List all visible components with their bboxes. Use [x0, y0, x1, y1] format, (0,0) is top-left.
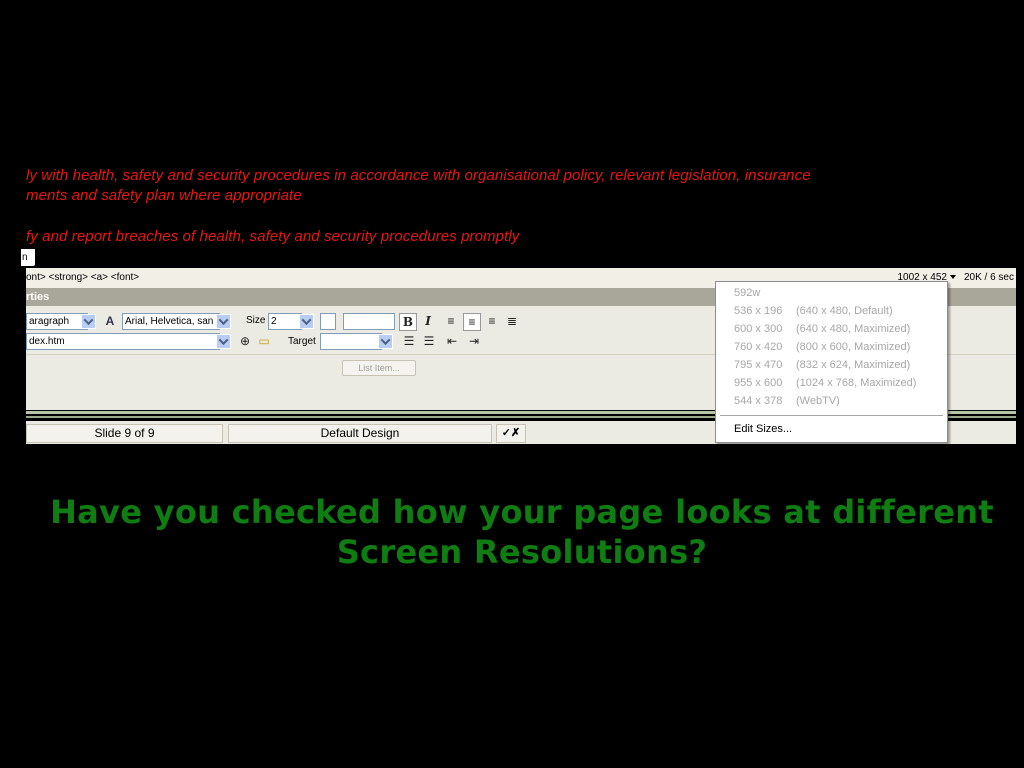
- caption-line-2: Screen Resolutions?: [336, 533, 708, 571]
- list-item-button[interactable]: List Item...: [342, 360, 416, 376]
- slide-indicator: Slide 9 of 9: [26, 424, 223, 443]
- format-select[interactable]: aragraph: [26, 313, 88, 330]
- tag-selector[interactable]: ont> <strong> <a> <font>: [26, 268, 139, 288]
- dropdown-arrow-icon: [950, 275, 956, 280]
- size-select[interactable]: 2: [268, 313, 302, 330]
- align-right-icon[interactable]: ≡: [485, 313, 499, 329]
- format-dropdown-icon[interactable]: [81, 314, 96, 329]
- indent-icon[interactable]: ⇥: [466, 333, 482, 349]
- color-input[interactable]: [343, 313, 395, 330]
- slide-caption: Have you checked how your page looks at …: [0, 492, 1024, 572]
- size-label: Size: [246, 315, 266, 326]
- bold-button[interactable]: B: [399, 313, 417, 331]
- font-dropdown-icon[interactable]: [216, 314, 231, 329]
- size-dropdown-icon[interactable]: [299, 314, 314, 329]
- document-line-3: fy and report breaches of health, safety…: [26, 228, 520, 245]
- point-to-file-icon[interactable]: ⊕: [237, 333, 253, 349]
- text-cursor-box: n: [20, 248, 36, 267]
- align-left-icon[interactable]: ≡: [444, 313, 458, 329]
- browse-folder-icon[interactable]: ▭: [255, 333, 273, 349]
- target-select[interactable]: [320, 333, 382, 350]
- document-area[interactable]: ly with health, safety and security proc…: [0, 153, 1016, 248]
- document-line-1: ly with health, safety and security proc…: [26, 167, 811, 184]
- dreamweaver-screenshot: ly with health, safety and security proc…: [0, 153, 1016, 444]
- ordered-list-icon[interactable]: ☰: [422, 333, 436, 349]
- italic-button[interactable]: I: [421, 313, 435, 329]
- edit-sizes-menu-item[interactable]: Edit Sizes...: [734, 421, 792, 437]
- outdent-icon[interactable]: ⇤: [444, 333, 460, 349]
- caption-line-1: Have you checked how your page looks at …: [50, 493, 994, 531]
- unordered-list-icon[interactable]: ☰: [402, 333, 416, 349]
- link-input[interactable]: dex.htm: [26, 333, 220, 350]
- menu-separator: [720, 415, 943, 416]
- align-center-icon[interactable]: ≡: [463, 313, 481, 331]
- spelling-check-icon[interactable]: ✓✗: [496, 424, 526, 443]
- font-style-icon[interactable]: A: [102, 313, 118, 329]
- properties-title: rties: [26, 291, 50, 303]
- justify-icon[interactable]: ≣: [505, 313, 519, 329]
- link-dropdown-icon[interactable]: [216, 334, 231, 349]
- document-line-2: ments and safety plan where appropriate: [26, 187, 302, 204]
- color-picker-swatch[interactable]: [320, 313, 336, 330]
- target-label: Target: [288, 336, 316, 347]
- window-size-menu: 592w 536 x 196 (640 x 480, Default) 600 x…: [715, 281, 948, 443]
- download-stats: 20K / 6 sec: [963, 272, 1014, 283]
- font-select[interactable]: Arial, Helvetica, san: [122, 313, 220, 330]
- target-dropdown-icon[interactable]: [378, 334, 393, 349]
- design-name[interactable]: Default Design: [228, 424, 492, 443]
